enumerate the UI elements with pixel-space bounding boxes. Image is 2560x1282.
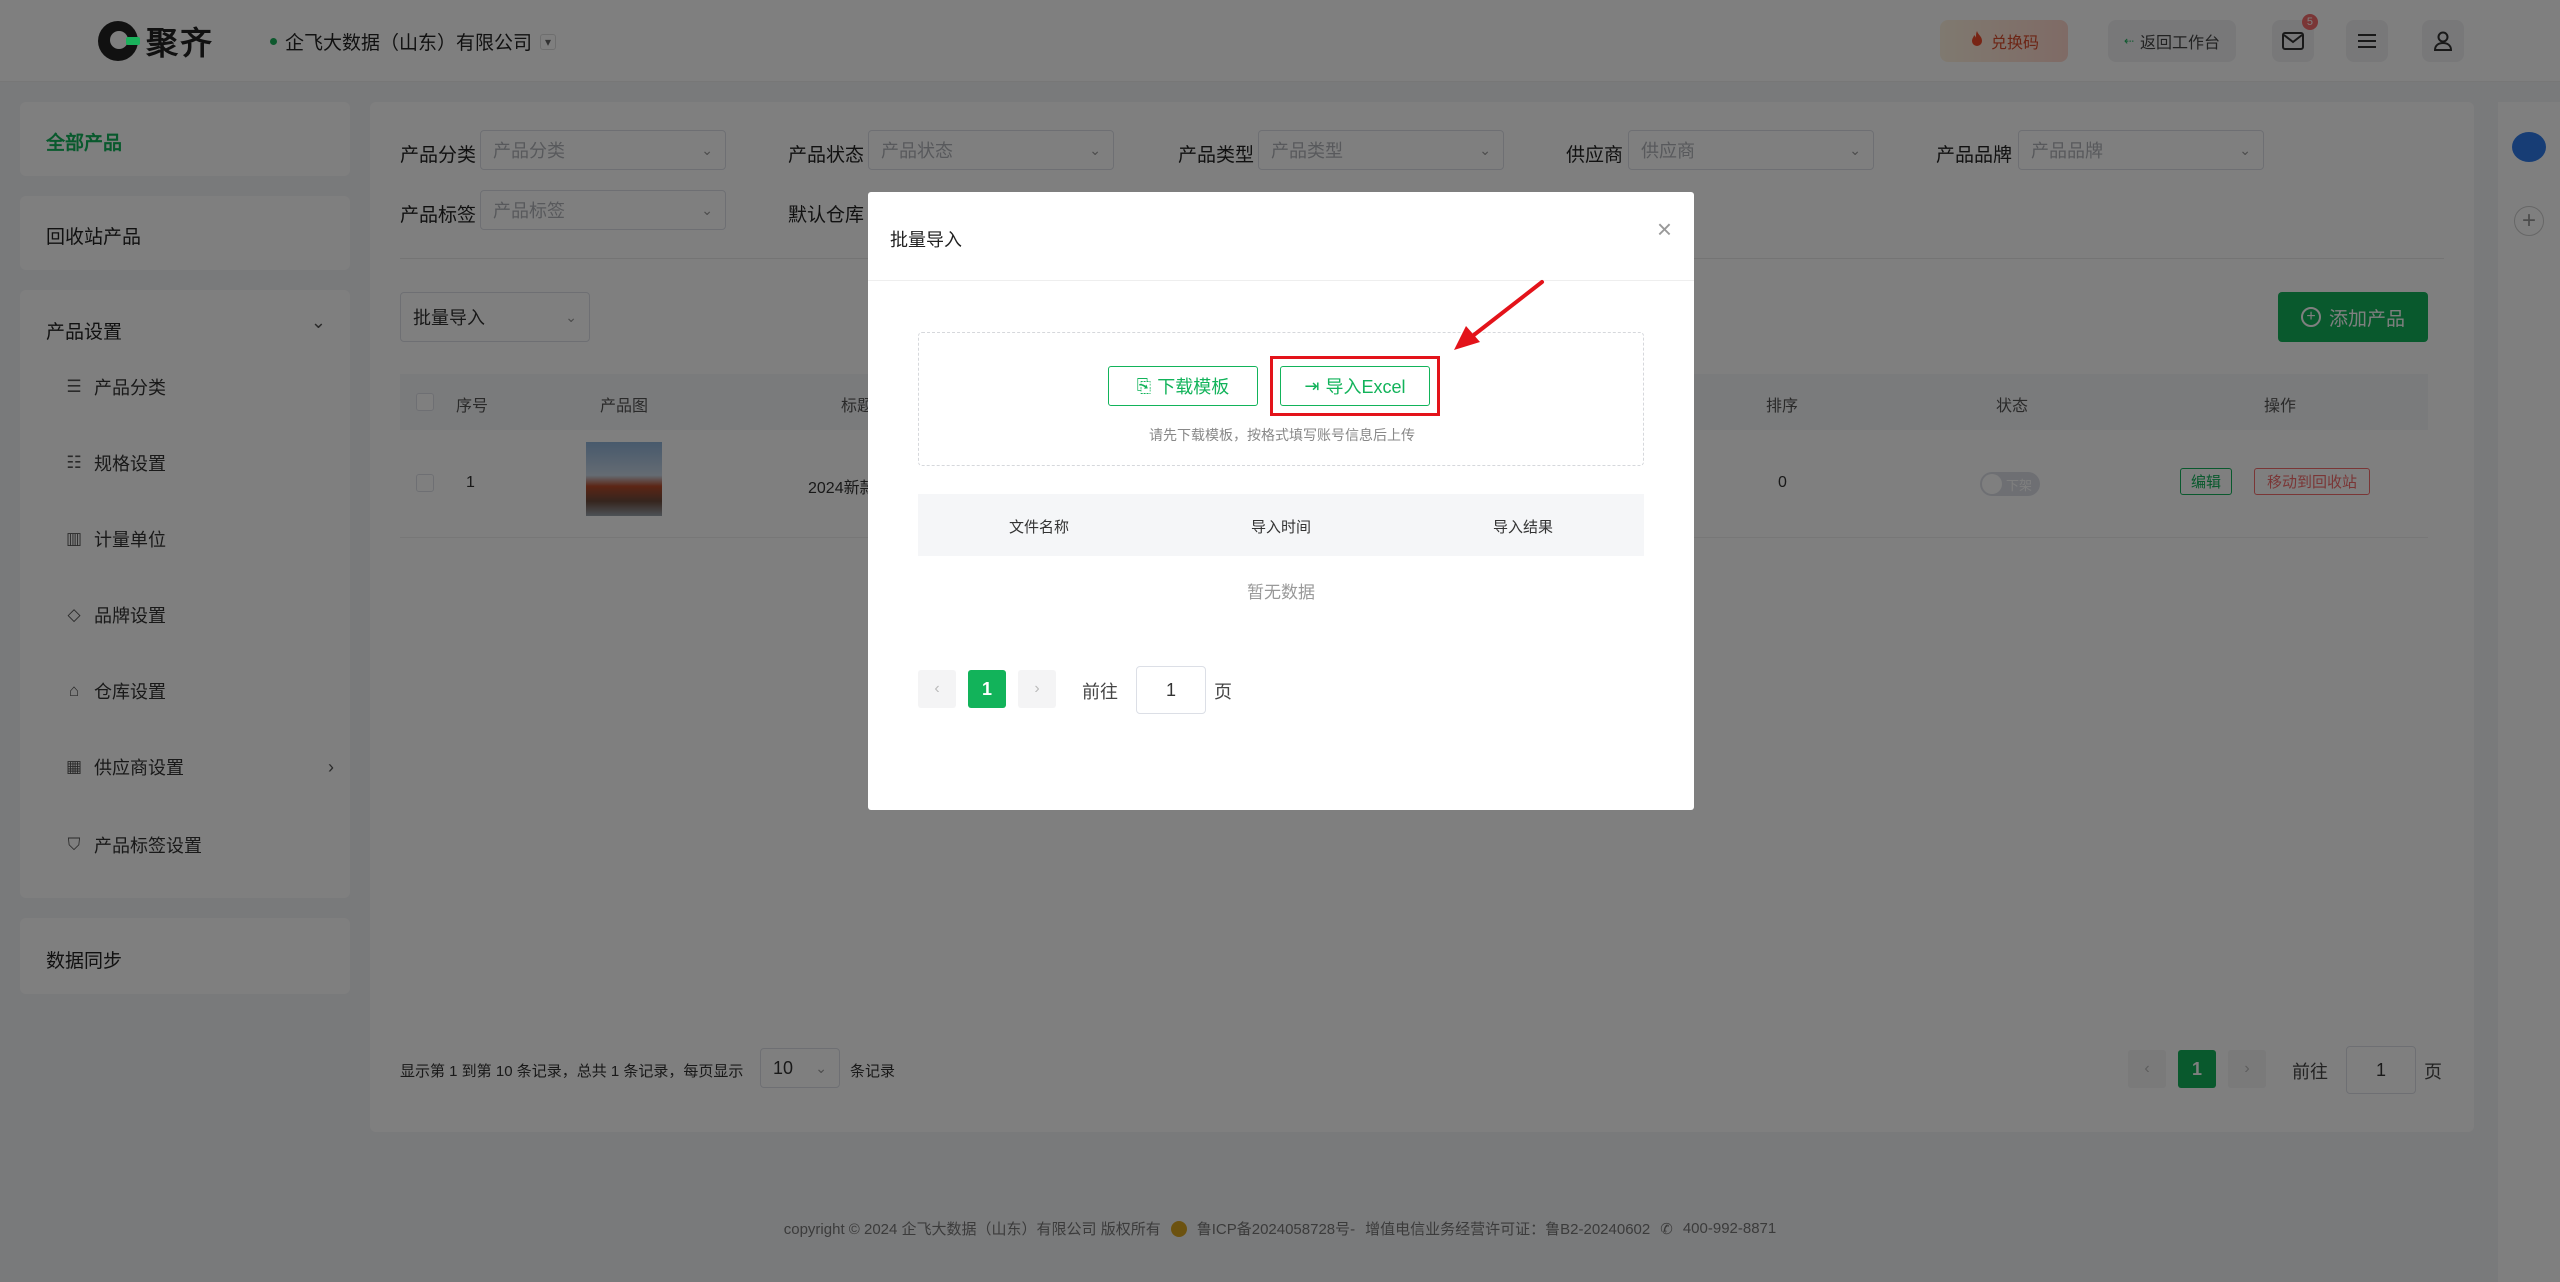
import-table-header: 文件名称 导入时间 导入结果 [918, 494, 1644, 556]
annotation-arrow-icon [1454, 280, 1544, 350]
empty-state: 暂无数据 [1247, 583, 1315, 602]
dialog-goto-page-input[interactable]: 1 [1136, 666, 1206, 714]
dialog-divider [868, 280, 1694, 281]
dialog-page-number-current[interactable]: 1 [968, 670, 1006, 708]
chevron-right-icon: › [1034, 680, 1040, 697]
highlight-box [1270, 356, 1440, 416]
upload-hint: 请先下载模板，按格式填写账号信息后上传 [1149, 427, 1415, 443]
column-header-filename: 文件名称 [1008, 519, 1069, 536]
close-icon[interactable]: × [1657, 214, 1672, 245]
document-icon: ⎘ [1136, 375, 1152, 396]
batch-import-dialog: 批量导入 × 请先下载模板，按格式填写账号信息后上传 ⎘ 下载模板 ⇥ 导入Ex… [868, 192, 1694, 810]
download-template-button[interactable]: ⎘ 下载模板 [1108, 366, 1258, 406]
dialog-goto-label: 前往 [1082, 682, 1118, 702]
download-template-label: 下载模板 [1157, 377, 1230, 397]
chevron-left-icon: ‹ [934, 680, 940, 697]
dialog-next-page-button[interactable]: › [1018, 670, 1056, 708]
dialog-prev-page-button[interactable]: ‹ [918, 670, 956, 708]
column-header-import-time: 导入时间 [1250, 519, 1311, 536]
dialog-title: 批量导入 [890, 230, 962, 250]
dialog-page-suffix: 页 [1214, 682, 1232, 702]
column-header-import-result: 导入结果 [1492, 519, 1553, 536]
